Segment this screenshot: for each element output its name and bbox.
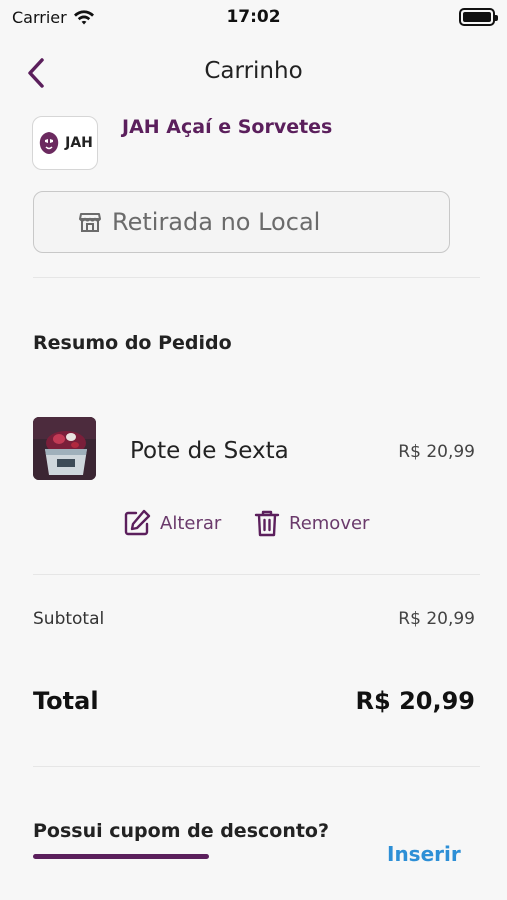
store-logo: JAH [32,116,98,170]
insert-coupon-button[interactable]: Inserir [387,842,461,866]
divider [33,574,480,575]
status-bar: Carrier 17:02 [0,0,507,36]
store-name[interactable]: JAH Açaí e Sorvetes [122,116,332,138]
store-logo-text: JAH [65,135,93,151]
item-name: Pote de Sexta [130,438,289,464]
remove-item-button[interactable]: Remover [253,508,369,538]
remove-label: Remover [289,512,370,534]
lion-logo-icon [39,132,59,154]
store-icon [79,213,101,232]
pickup-option-button[interactable]: Retirada no Local [33,191,450,253]
total-label: Total [33,687,99,715]
coupon-title: Possui cupom de desconto? [33,820,330,842]
edit-label: Alterar [160,512,222,534]
divider [33,277,480,278]
subtotal-value: R$ 20,99 [398,609,475,629]
nav-bar: Carrinho [0,48,507,98]
item-price: R$ 20,99 [398,442,475,462]
order-summary-title: Resumo do Pedido [33,332,232,354]
coupon-underline [33,854,209,859]
pickup-label: Retirada no Local [112,208,321,236]
status-time: 17:02 [226,7,281,27]
total-value: R$ 20,99 [355,687,475,715]
divider [33,766,480,767]
edit-icon [124,509,151,536]
edit-item-button[interactable]: Alterar [122,508,221,538]
subtotal-label: Subtotal [33,609,105,629]
item-image [33,417,96,480]
page-title: Carrinho [204,58,303,84]
battery-icon [459,8,498,26]
acai-cup-image [33,417,96,480]
trash-icon [254,510,280,537]
